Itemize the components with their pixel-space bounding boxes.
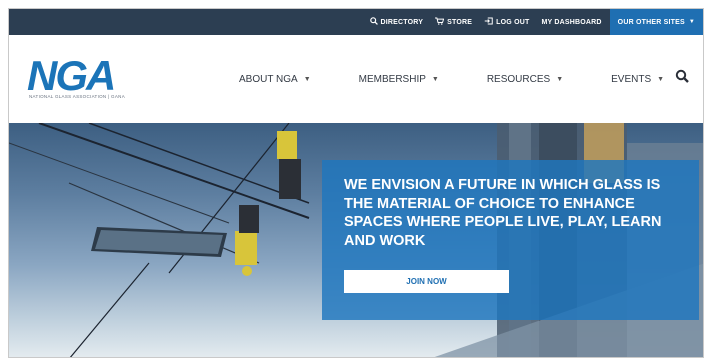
logout-link[interactable]: LOG OUT [478,9,535,35]
nav-item-about-nga[interactable]: ABOUT NGA ▼ [239,74,311,85]
browser-viewport: DIRECTORY STORE LOG OUT MY DASHBOARD OUR… [8,8,704,358]
logo-tagline: NATIONAL GLASS ASSOCIATION | GANA [29,94,126,99]
store-link[interactable]: STORE [429,9,478,35]
search-icon [369,17,378,27]
directory-link[interactable]: DIRECTORY [364,9,430,35]
caret-down-icon: ▼ [556,75,564,83]
other-sites-label: OUR OTHER SITES [617,18,685,26]
main-nav: ABOUT NGA ▼ MEMBERSHIP ▼ RESOURCES ▼ EVE… [239,35,703,123]
search-icon[interactable] [673,67,693,87]
caret-down-icon: ▼ [657,75,665,83]
promo-box: WE ENVISION A FUTURE IN WHICH GLASS IS T… [322,160,699,320]
site-header: NGA NATIONAL GLASS ASSOCIATION | GANA AB… [9,35,703,123]
logout-icon [484,17,493,27]
logo-mark: NGA [27,52,116,99]
join-now-button[interactable]: JOIN NOW [344,270,509,293]
nga-logo[interactable]: NGA NATIONAL GLASS ASSOCIATION | GANA [27,55,127,107]
caret-down-icon: ▼ [431,75,439,83]
cart-icon [435,17,445,27]
nav-label: RESOURCES [486,73,551,85]
store-label: STORE [447,18,473,26]
nav-label: MEMBERSHIP [358,73,426,85]
my-dashboard-link[interactable]: MY DASHBOARD [535,9,607,35]
nav-item-resources[interactable]: RESOURCES ▼ [487,74,563,85]
nav-item-membership[interactable]: MEMBERSHIP ▼ [359,74,439,85]
caret-down-icon: ▼ [303,75,311,83]
directory-label: DIRECTORY [380,18,424,26]
logout-label: LOG OUT [496,18,530,26]
utility-bar: DIRECTORY STORE LOG OUT MY DASHBOARD OUR… [9,9,703,35]
nav-label: ABOUT NGA [239,73,298,85]
dashboard-label: MY DASHBOARD [541,18,602,26]
nav-item-events[interactable]: EVENTS ▼ [611,74,664,85]
hero-headline: WE ENVISION A FUTURE IN WHICH GLASS IS T… [344,177,662,249]
hero-banner: WE ENVISION A FUTURE IN WHICH GLASS IS T… [9,123,703,357]
caret-down-icon: ▼ [688,19,695,25]
utility-links: DIRECTORY STORE LOG OUT MY DASHBOARD OUR… [364,9,703,35]
nav-label: EVENTS [611,73,652,85]
our-other-sites-dropdown[interactable]: OUR OTHER SITES ▼ [609,9,703,35]
